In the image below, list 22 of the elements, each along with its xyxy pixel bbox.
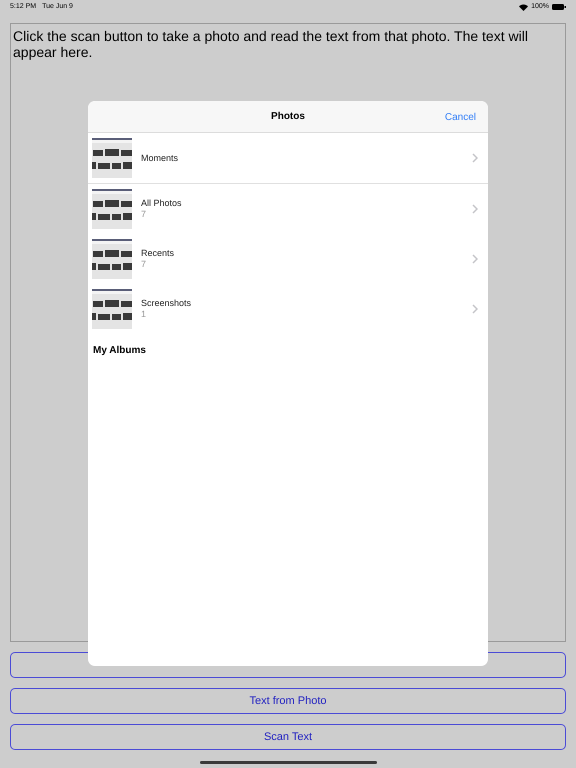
photo-count: 7	[141, 259, 148, 270]
wifi-icon	[519, 4, 528, 10]
album-name: All Photos	[141, 198, 183, 209]
action-button[interactable]: Text from Photo	[10, 688, 566, 714]
cancel-button[interactable]: Cancel	[444, 110, 476, 125]
photo-count: 1	[141, 309, 148, 320]
battery-icon	[552, 4, 566, 10]
album-row[interactable]: All Photos 7	[88, 184, 488, 234]
album-name: Recents	[141, 248, 176, 259]
chevron-icon	[472, 254, 478, 264]
action-button[interactable]: Scan Text	[10, 724, 566, 750]
chevron-icon	[472, 304, 478, 314]
sheet-title: Photos	[271, 110, 305, 124]
section-heading: My Albums	[93, 345, 146, 356]
album-name: Screenshots	[141, 298, 192, 309]
chevron-icon	[472, 153, 478, 163]
photo-count: 7	[141, 209, 148, 220]
chevron-icon	[472, 204, 478, 214]
album-row[interactable]: Screenshots 1	[88, 284, 488, 334]
album-row[interactable]: Recents 7	[88, 234, 488, 284]
album-name: Moments	[141, 152, 180, 164]
album-row[interactable]: Moments	[88, 133, 488, 183]
